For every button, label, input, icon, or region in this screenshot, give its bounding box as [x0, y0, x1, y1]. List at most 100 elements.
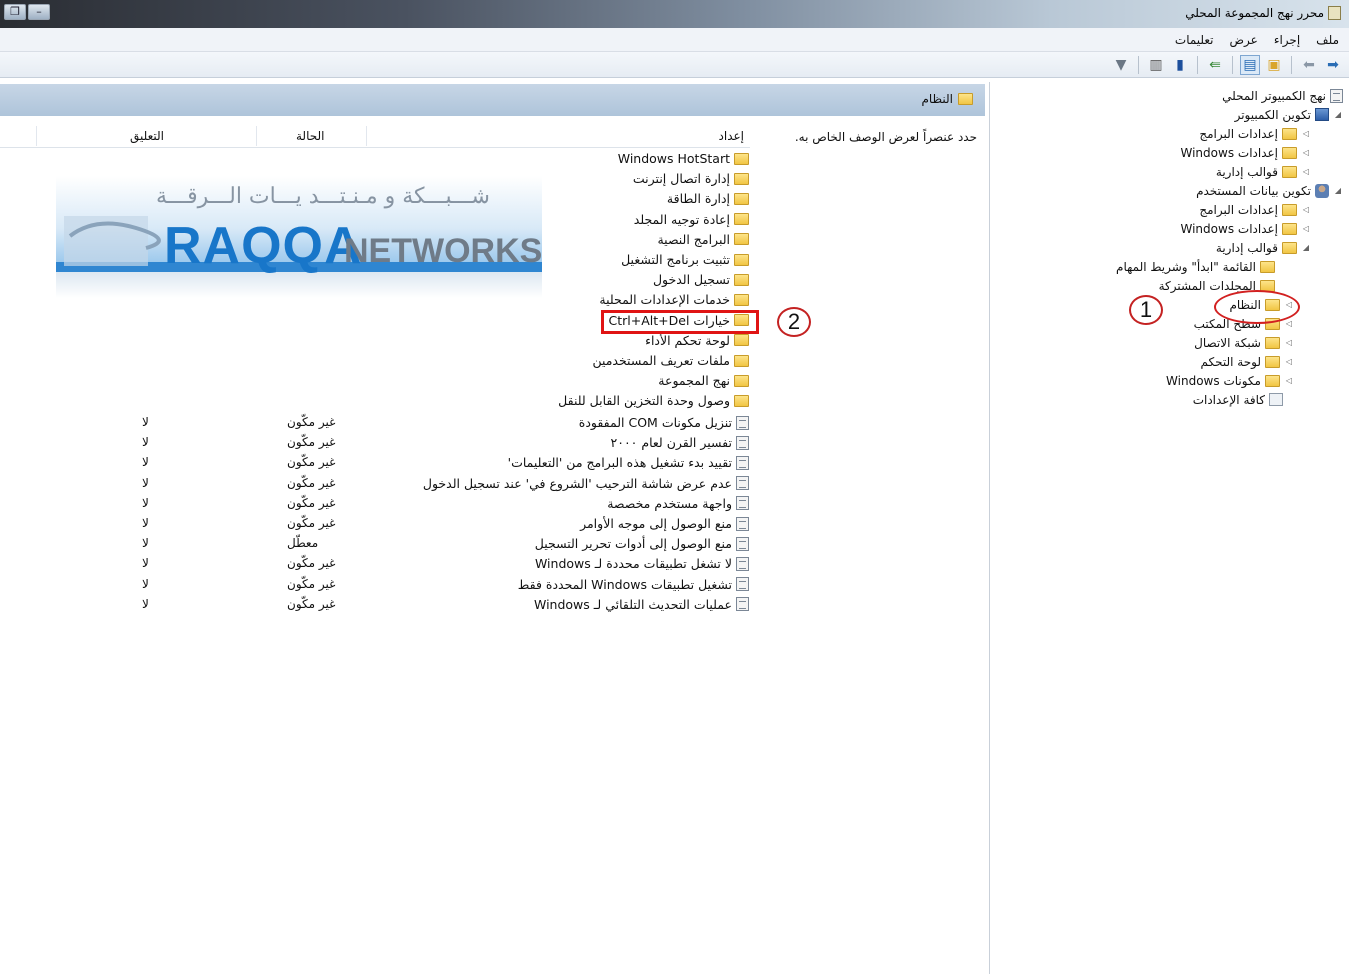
collapsed-icon[interactable]: ◁	[1284, 338, 1294, 347]
expanded-icon[interactable]: ◢	[1301, 243, 1311, 252]
export-list-icon[interactable]: ⇚	[1205, 55, 1225, 75]
folder-row[interactable]: تثبيت برنامج التشغيل	[0, 250, 749, 270]
policy-setting-icon	[736, 536, 749, 551]
setting-row-name: واجهة مستخدم مخصصة	[607, 496, 749, 511]
policy-setting-icon	[736, 476, 749, 491]
tree-root[interactable]: نهج الكمبيوتر المحلي	[1222, 86, 1343, 105]
collapsed-icon[interactable]: ◁	[1284, 376, 1294, 385]
tree-cc-windows[interactable]: ◁ إعدادات Windows	[1181, 143, 1312, 162]
setting-row[interactable]: منع الوصول إلى موجه الأوامر غير مكّون لا	[0, 514, 749, 534]
tree-cc-software[interactable]: ◁ إعدادات البرامج	[1199, 124, 1311, 143]
collapsed-icon[interactable]: ◁	[1301, 167, 1311, 176]
column-setting[interactable]: إعداد	[719, 129, 744, 143]
tree-network[interactable]: ◁ شبكة الاتصال	[1194, 333, 1294, 352]
folder-row[interactable]: إدارة الطاقة	[0, 189, 749, 209]
tree-label: مكونات Windows	[1166, 373, 1261, 388]
setting-state: غير مكّون	[287, 455, 336, 470]
tree-uc-admin[interactable]: ◢ قوالب إدارية	[1216, 238, 1311, 257]
tree-computer-config[interactable]: ◢ تكوين الكمبيوتر	[1235, 105, 1343, 124]
highlight-ellipse	[1214, 290, 1300, 324]
setting-row[interactable]: تفسير القرن لعام ٢٠٠٠ غير مكّون لا	[0, 433, 749, 453]
folder-row-label: نهج المجموعة	[658, 373, 730, 389]
menu-help[interactable]: تعليمات	[1175, 33, 1214, 47]
setting-row[interactable]: تقييد بدء تشغيل هذه البرامج من 'التعليما…	[0, 453, 749, 473]
tree-cc-admin[interactable]: ◁ قوالب إدارية	[1216, 162, 1311, 181]
expanded-icon[interactable]: ◢	[1333, 186, 1343, 195]
policy-setting-icon	[736, 516, 749, 531]
folder-icon	[734, 334, 749, 347]
tree-uc-windows[interactable]: ◁ إعدادات Windows	[1181, 219, 1312, 238]
setting-row[interactable]: عمليات التحديث التلقائي لـ Windows غير مك…	[0, 595, 749, 615]
minimize-button[interactable]: –	[28, 4, 50, 20]
up-folder-icon[interactable]: ▣	[1264, 55, 1284, 75]
folder-row-label: البرامج النصية	[657, 231, 730, 247]
folder-row[interactable]: تسجيل الدخول	[0, 270, 749, 290]
folder-icon	[1282, 222, 1297, 235]
folder-row[interactable]: ملفات تعريف المستخدمين	[0, 351, 749, 371]
back-arrow-icon[interactable]: ⬅	[1299, 55, 1319, 75]
menu-view[interactable]: عرض	[1230, 33, 1258, 47]
setting-comment: لا	[142, 516, 149, 530]
setting-row[interactable]: واجهة مستخدم مخصصة غير مكّون لا	[0, 494, 749, 514]
collapsed-icon[interactable]: ◁	[1284, 357, 1294, 366]
column-state[interactable]: الحالة	[296, 129, 324, 143]
column-divider[interactable]	[366, 126, 367, 146]
collapsed-icon[interactable]: ◁	[1301, 148, 1311, 157]
menu-action[interactable]: إجراء	[1274, 33, 1300, 47]
menu-file[interactable]: ملف	[1316, 33, 1339, 47]
folder-row[interactable]: البرامج النصية	[0, 230, 749, 250]
tree-label: شبكة الاتصال	[1194, 335, 1261, 350]
setting-name: لا تشغل تطبيقات محددة لـ Windows	[534, 556, 732, 572]
folder-row-label: ملفات تعريف المستخدمين	[592, 353, 730, 368]
collapsed-icon[interactable]: ◁	[1284, 319, 1294, 328]
folder-row[interactable]: إعادة توجيه المجلد	[0, 210, 749, 230]
forward-arrow-icon[interactable]: ➡	[1323, 55, 1343, 75]
setting-name: منع الوصول إلى أدوات تحرير التسجيل	[534, 536, 732, 552]
filter-icon[interactable]: ▼	[1111, 55, 1131, 75]
folder-icon	[1265, 374, 1280, 387]
tree-windows-components[interactable]: ◁ مكونات Windows	[1166, 371, 1294, 390]
setting-comment: لا	[142, 415, 149, 429]
folder-row-name: وصول وحدة التخزين القابل للنقل	[558, 393, 749, 408]
restore-button[interactable]: ❐	[4, 4, 26, 20]
setting-name: واجهة مستخدم مخصصة	[607, 495, 732, 511]
tree-all-settings[interactable]: كافة الإعدادات	[1193, 390, 1283, 409]
folder-icon	[734, 192, 749, 205]
setting-comment: لا	[142, 495, 149, 510]
folder-row[interactable]: وصول وحدة التخزين القابل للنقل	[0, 391, 749, 411]
folder-icon	[1265, 336, 1280, 349]
collapsed-icon[interactable]: ◁	[1301, 224, 1311, 233]
extended-view-icon[interactable]: ▥	[1146, 55, 1166, 75]
folder-row-name: إدارة اتصال إنترنت	[633, 171, 749, 186]
setting-comment: لا	[142, 596, 149, 611]
setting-row[interactable]: لا تشغل تطبيقات محددة لـ Windows غير مكّو…	[0, 554, 749, 574]
expanded-icon[interactable]: ◢	[1333, 110, 1343, 119]
folder-row[interactable]: إدارة اتصال إنترنت	[0, 169, 749, 189]
setting-row[interactable]: عدم عرض شاشة الترحيب 'الشروع في' عند تسج…	[0, 474, 749, 494]
column-divider[interactable]	[256, 126, 257, 146]
help-icon[interactable]: ▮	[1170, 55, 1190, 75]
column-divider[interactable]	[36, 126, 37, 146]
folder-row[interactable]: خدمات الإعدادات المحلية	[0, 290, 749, 310]
tree-label: القائمة "ابدأ" وشريط المهام	[1116, 259, 1256, 274]
setting-row-name: منع الوصول إلى أدوات تحرير التسجيل	[535, 536, 749, 551]
tree-user-config[interactable]: ◢ تكوين بيانات المستخدم	[1196, 181, 1343, 200]
column-comment[interactable]: التعليق	[130, 129, 164, 143]
setting-row[interactable]: منع الوصول إلى أدوات تحرير التسجيل معطّل ل…	[0, 534, 749, 554]
collapsed-icon[interactable]: ◁	[1301, 205, 1311, 214]
folder-row[interactable]: نهج المجموعة	[0, 371, 749, 391]
setting-name: تنزيل مكونات COM المفقودة	[578, 415, 732, 430]
folder-row[interactable]: Windows HotStart	[0, 149, 749, 169]
description-text: حدد عنصراً لعرض الوصف الخاص به.	[794, 130, 977, 144]
tree-start-menu[interactable]: القائمة "ابدأ" وشريط المهام	[1116, 257, 1275, 276]
show-hide-tree-icon[interactable]: ▤	[1240, 54, 1260, 75]
users-icon	[1315, 183, 1329, 198]
setting-row[interactable]: تنزيل مكونات COM المفقودة غير مكّون لا	[0, 413, 749, 433]
policy-setting-icon	[736, 496, 749, 511]
tree-uc-software[interactable]: ◁ إعدادات البرامج	[1199, 200, 1311, 219]
setting-row[interactable]: تشغيل تطبيقات Windows المحددة فقط غير مكّ…	[0, 575, 749, 595]
folder-row-name: نهج المجموعة	[658, 373, 749, 388]
collapsed-icon[interactable]: ◁	[1301, 129, 1311, 138]
policy-setting-icon	[736, 415, 749, 430]
tree-control-panel[interactable]: ◁ لوحة التحكم	[1201, 352, 1295, 371]
